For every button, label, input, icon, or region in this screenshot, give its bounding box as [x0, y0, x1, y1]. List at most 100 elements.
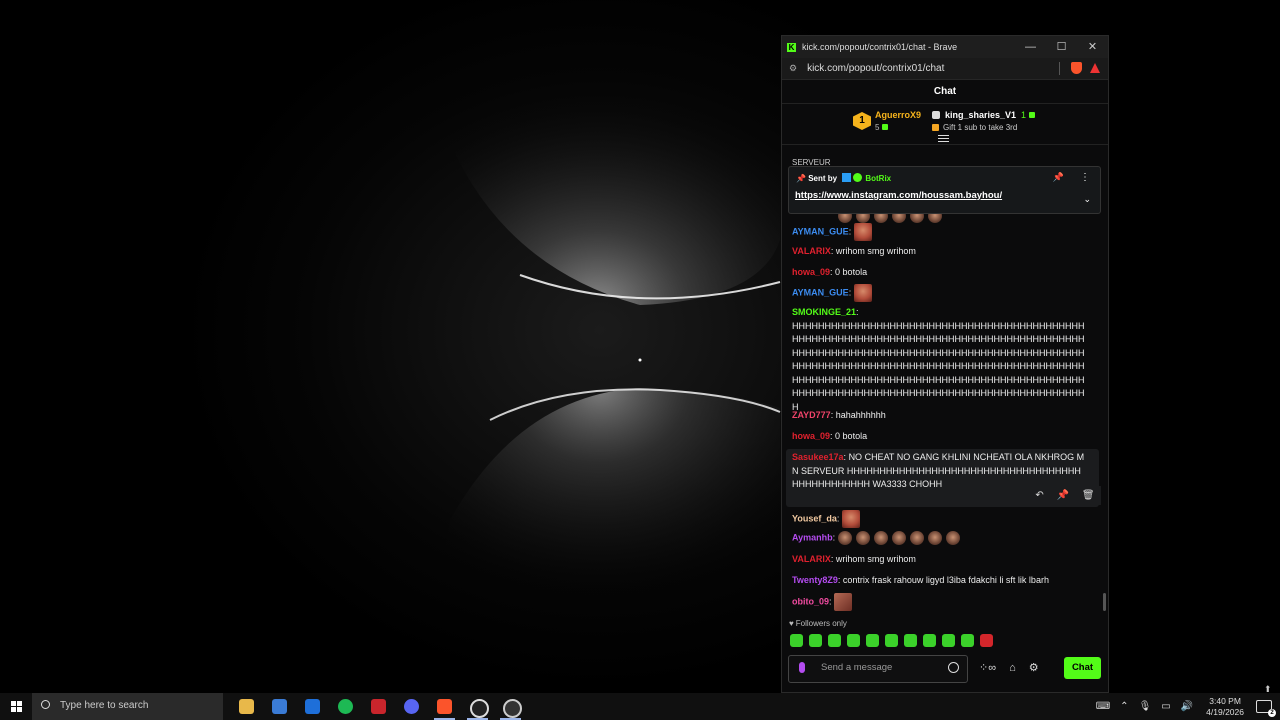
- followers-only-notice: ♥ Followers only: [789, 619, 847, 628]
- store-icon[interactable]: ⌂: [1009, 662, 1016, 674]
- reply-icon[interactable]: ↶: [1035, 490, 1043, 501]
- chat-message[interactable]: AYMAN_GUE:: [792, 223, 1092, 241]
- emote-button[interactable]: [904, 634, 917, 647]
- brave-rewards-icon[interactable]: [1090, 63, 1100, 73]
- mail-button[interactable]: [296, 693, 329, 720]
- chat-toolbar: ⁘∞ ⌂ ⚙: [979, 661, 1039, 675]
- store-button[interactable]: [263, 693, 296, 720]
- chat-scrollbar[interactable]: [1103, 593, 1106, 611]
- store-bag-icon: [272, 699, 287, 714]
- pointer-icon: ⬆: [1264, 684, 1272, 694]
- emote-button[interactable]: [885, 634, 898, 647]
- delete-icon[interactable]: 🗑: [1082, 490, 1095, 501]
- chat-message-input[interactable]: [819, 661, 943, 674]
- acrobat-button[interactable]: [362, 693, 395, 720]
- spotify-button[interactable]: [329, 693, 362, 720]
- windows-start-icon[interactable]: [11, 701, 22, 712]
- discord-button[interactable]: [395, 693, 428, 720]
- keyboard-icon[interactable]: ⌨: [1096, 701, 1110, 712]
- acrobat-icon: [371, 699, 386, 714]
- brave-shield-icon[interactable]: [1071, 62, 1082, 74]
- emote-button[interactable]: [942, 634, 955, 647]
- app-button[interactable]: [461, 693, 494, 720]
- emote-button[interactable]: [809, 634, 822, 647]
- chat-message[interactable]: obito_09:: [792, 593, 1092, 611]
- emote-button[interactable]: [980, 634, 993, 647]
- site-settings-icon[interactable]: ⚙: [789, 63, 797, 74]
- app-icon: [470, 699, 489, 718]
- chat-message[interactable]: Aymanhb:: [792, 531, 1092, 545]
- pinned-sender: 📌 Sent by BotRix: [796, 173, 892, 183]
- chevron-down-icon[interactable]: ⌄: [1083, 194, 1091, 205]
- pin-small-icon: 📌: [796, 174, 806, 183]
- chat-message[interactable]: Yousef_da:: [792, 510, 1092, 528]
- leaderboard-first-name[interactable]: AguerroX9: [875, 110, 921, 120]
- chat-message[interactable]: howa_09: 0 botola: [792, 430, 1092, 444]
- emoji-picker-icon[interactable]: [948, 662, 959, 673]
- settings-gear-icon[interactable]: ⚙: [1029, 661, 1039, 674]
- quick-emote-bar: [790, 634, 993, 647]
- taskbar-search[interactable]: [32, 693, 223, 720]
- kick-favicon-icon: K: [787, 42, 796, 52]
- obs-icon: [503, 699, 522, 718]
- emote-button[interactable]: [790, 634, 803, 647]
- emote-button[interactable]: [828, 634, 841, 647]
- address-bar[interactable]: ⚙ kick.com/popout/contrix01/chat: [782, 58, 1108, 80]
- taskbar-search-input[interactable]: [58, 699, 222, 712]
- emote-button[interactable]: [847, 634, 860, 647]
- brave-lion-icon: [437, 699, 452, 714]
- notification-icon[interactable]: 2: [1256, 700, 1276, 717]
- chevron-up-icon[interactable]: ⌃: [1120, 701, 1128, 712]
- chat-message[interactable]: ZAYD777: hahahhhhhh: [792, 409, 1092, 423]
- send-chat-button[interactable]: Chat: [1064, 657, 1101, 679]
- chat-message[interactable]: Twenty8Z9: contrix frask rahouw ligyd l3…: [792, 574, 1092, 588]
- close-button[interactable]: ✕: [1077, 36, 1108, 58]
- windows-taskbar: ⌨ ⌃ 🎙 ▭ 🔊 3:40 PM 4/19/2026 2: [0, 693, 1280, 720]
- mail-icon: [305, 699, 320, 714]
- chat-message[interactable]: AYMAN_GUE:: [792, 284, 1092, 302]
- user-badge-icon: [932, 111, 940, 119]
- minimize-button[interactable]: —: [1015, 36, 1046, 58]
- gift-icon: [1029, 112, 1036, 118]
- chat-message[interactable]: SMOKINGE_21: HHHHHHHHHHHHHHHHHHHHHHHHHHH…: [792, 306, 1092, 414]
- expand-leaderboard-icon[interactable]: [938, 135, 949, 144]
- window-titlebar[interactable]: K kick.com/popout/contrix01/chat - Brave…: [782, 36, 1108, 58]
- url-text[interactable]: kick.com/popout/contrix01/chat: [807, 63, 944, 74]
- taskbar-clock[interactable]: 3:40 PM 4/19/2026: [1206, 696, 1244, 718]
- discord-icon: [404, 699, 419, 714]
- chat-header: Chat: [782, 80, 1108, 104]
- emote-image: [834, 593, 853, 611]
- rank-badge: 1: [853, 112, 871, 130]
- pin-message-icon[interactable]: 📌: [1057, 490, 1069, 501]
- network-icon[interactable]: ▭: [1161, 701, 1170, 712]
- more-options-icon[interactable]: ⋮: [1080, 172, 1090, 183]
- gift-sub-prompt[interactable]: Gift 1 sub to take 3rd: [932, 123, 1017, 132]
- maximize-button[interactable]: ☐: [1046, 36, 1077, 58]
- file-explorer-button[interactable]: [230, 693, 263, 720]
- emote-menu-icon[interactable]: ⁘∞: [979, 661, 996, 674]
- search-icon: [41, 700, 50, 709]
- leaderboard-second-name[interactable]: king_sharies_V1: [945, 110, 1016, 120]
- chat-message[interactable]: VALARIX: wrihom smg wrihom: [792, 553, 1092, 567]
- folder-icon: [239, 699, 254, 714]
- mic-tray-icon[interactable]: 🎙: [1139, 701, 1152, 712]
- heart-icon: ♥: [789, 619, 794, 628]
- pinned-message[interactable]: 📌 Sent by BotRix https://www.instagram.c…: [788, 166, 1101, 214]
- message-actions: ↶ 📌 🗑: [1029, 486, 1101, 505]
- volume-icon[interactable]: 🔊: [1181, 701, 1193, 712]
- emote-button[interactable]: [923, 634, 936, 647]
- emote-image: [853, 284, 872, 302]
- gift-box-icon: [932, 124, 939, 131]
- window-title: kick.com/popout/contrix01/chat - Brave: [802, 42, 958, 52]
- emote-button[interactable]: [961, 634, 974, 647]
- microphone-icon[interactable]: [799, 662, 805, 673]
- system-tray: ⌨ ⌃ 🎙 ▭ 🔊 3:40 PM 4/19/2026 2: [1091, 693, 1280, 720]
- pinned-link[interactable]: https://www.instagram.com/houssam.bayhou…: [795, 190, 1002, 201]
- chat-message[interactable]: howa_09: 0 botola: [792, 266, 1092, 280]
- unpin-icon[interactable]: 📌: [1053, 172, 1064, 183]
- obs-button[interactable]: [494, 693, 527, 720]
- chat-message[interactable]: VALARIX: wrihom smg wrihom: [792, 245, 1092, 259]
- emote-button[interactable]: [866, 634, 879, 647]
- chat-input-container: [788, 655, 968, 683]
- brave-button[interactable]: [428, 693, 461, 720]
